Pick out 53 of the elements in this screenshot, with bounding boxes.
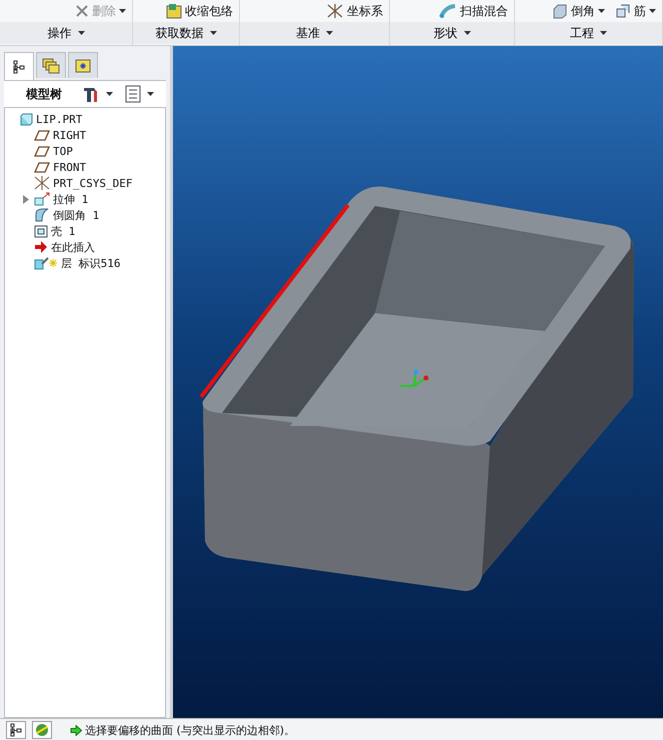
axes-icon [326, 3, 344, 19]
chamfer-icon [552, 3, 568, 19]
list-icon[interactable] [125, 85, 141, 103]
axes-icon [34, 176, 50, 190]
panel-title: 模型树 [26, 86, 62, 102]
caret-icon [326, 31, 334, 35]
x-icon [75, 4, 89, 18]
toolbar-button[interactable]: 筋 [615, 2, 656, 20]
plane-icon [34, 146, 50, 156]
tree-icon [13, 60, 25, 74]
arrow-icon [34, 241, 48, 253]
folder-icon [166, 3, 182, 19]
caret-icon [78, 31, 84, 35]
shell-icon [34, 224, 48, 238]
tree-item[interactable]: 在此插入 [51, 240, 95, 254]
group-label[interactable]: 工程 [515, 22, 662, 44]
tree-item[interactable]: TOP [53, 144, 73, 158]
plane-icon [34, 162, 50, 172]
cube-icon [20, 112, 33, 126]
group-label[interactable]: 获取数据 [133, 22, 240, 44]
round-icon [34, 208, 50, 222]
folders-icon [42, 58, 60, 74]
toolbar-button[interactable]: 坐标系 [326, 2, 384, 20]
tree-item[interactable]: RIGHT [53, 128, 86, 142]
caret-icon [464, 31, 471, 35]
caret-icon [147, 92, 154, 96]
expand-arrow-icon[interactable] [23, 194, 29, 204]
tree-toggle-button[interactable] [6, 721, 26, 739]
group-label[interactable]: 操作 [0, 22, 132, 44]
tree-item[interactable]: 壳 1 [51, 224, 76, 238]
folder-icon [75, 58, 91, 72]
plane-icon [34, 130, 50, 140]
group-label[interactable]: 基准 [240, 22, 390, 44]
tree-item[interactable]: LIP.PRT [36, 112, 82, 126]
tree-icon [10, 723, 22, 737]
sweep-icon [439, 3, 458, 19]
caret-icon [600, 31, 608, 35]
tree-item[interactable]: 倒圆角 1 [53, 208, 100, 222]
layer-icon [34, 256, 58, 270]
tree-item[interactable]: FRONT [53, 160, 86, 174]
caret-icon [210, 31, 217, 35]
tree-item[interactable]: PRT_CSYS_DEF [53, 176, 132, 190]
panel-tab[interactable] [4, 52, 34, 80]
group-label[interactable]: 形状 [390, 22, 514, 44]
tree-item[interactable]: 层 标识516 [61, 256, 120, 270]
toolbar-button[interactable]: 收缩包络 [166, 2, 234, 20]
toolbar-button[interactable]: 扫描混合 [439, 2, 508, 20]
tree-item[interactable]: 拉伸 1 [53, 192, 88, 206]
status-message: 选择要偏移的曲面 (与突出显示的边相邻)。 [85, 722, 296, 738]
arrow-icon [70, 724, 82, 736]
caret-icon [106, 92, 113, 96]
extrude-icon [34, 192, 50, 206]
toolbar-button[interactable]: 倒角 [552, 2, 606, 20]
